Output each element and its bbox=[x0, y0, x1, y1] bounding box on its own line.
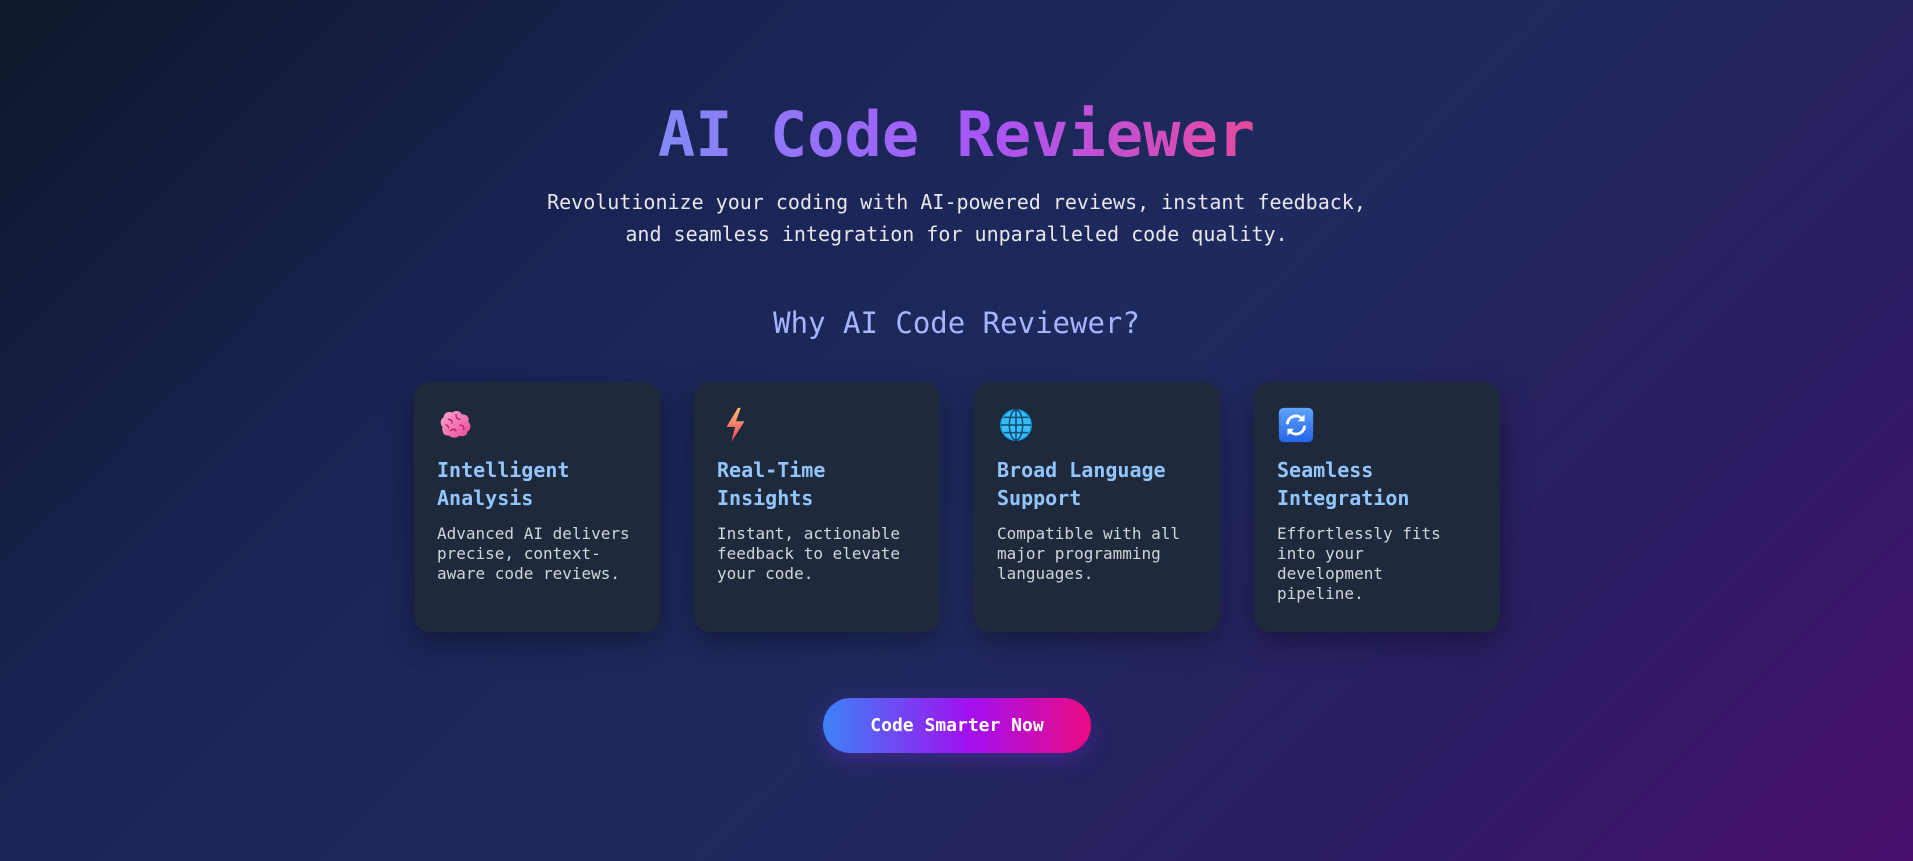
hero-subtitle-line-1: Revolutionize your coding with AI-powere… bbox=[547, 190, 1366, 214]
card-title: Intelligent Analysis bbox=[437, 458, 570, 510]
card-description: Instant, actionable feedback to elevate … bbox=[717, 524, 901, 583]
landing-page: AI Code Reviewer Revolutionize your codi… bbox=[0, 0, 1913, 861]
brain-icon bbox=[437, 406, 475, 444]
refresh-icon bbox=[1277, 406, 1315, 444]
card-title: Real-Time Insights bbox=[717, 458, 826, 510]
card-description: Compatible with all major programming la… bbox=[997, 524, 1181, 583]
hero-subtitle: Revolutionize your coding with AI-powere… bbox=[507, 186, 1407, 250]
card-title: Seamless Integration bbox=[1277, 458, 1410, 510]
feature-card-intelligent-analysis: Intelligent Analysis Advanced AI deliver… bbox=[414, 382, 660, 632]
globe-icon bbox=[997, 406, 1035, 444]
feature-card-broad-language-support: Broad Language Support Compatible with a… bbox=[974, 382, 1220, 632]
code-smarter-now-button[interactable]: Code Smarter Now bbox=[823, 698, 1091, 753]
hero-title: AI Code Reviewer bbox=[637, 96, 1277, 174]
feature-card-real-time-insights: Real-Time Insights Instant, actionable f… bbox=[694, 382, 940, 632]
feature-card-seamless-integration: Seamless Integration Effortlessly fits i… bbox=[1254, 382, 1500, 632]
card-description: Effortlessly fits into your development … bbox=[1277, 524, 1441, 603]
feature-cards: Intelligent Analysis Advanced AI deliver… bbox=[414, 382, 1500, 632]
card-description: Advanced AI delivers precise, context-aw… bbox=[437, 524, 630, 583]
lightning-icon bbox=[717, 406, 755, 444]
hero-subtitle-line-2: and seamless integration for unparallele… bbox=[625, 222, 1288, 246]
card-title: Broad Language Support bbox=[997, 458, 1166, 510]
features-heading: Why AI Code Reviewer? bbox=[773, 306, 1140, 340]
